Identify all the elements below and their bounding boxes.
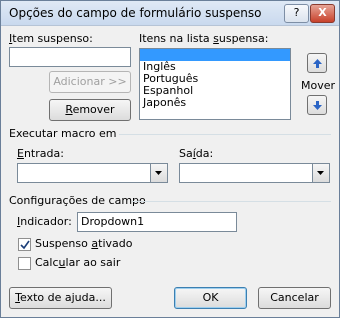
close-icon: X <box>318 6 327 19</box>
exit-macro-select[interactable] <box>179 163 330 183</box>
move-up-button[interactable] <box>307 53 327 73</box>
indicator-label: Indicador: <box>17 215 72 228</box>
remove-button[interactable]: Remover <box>49 99 131 121</box>
ok-button[interactable]: OK <box>174 287 247 309</box>
entry-macro-select[interactable] <box>17 163 168 183</box>
entry-dropdown-button[interactable] <box>150 164 167 182</box>
help-icon: ? <box>293 6 300 19</box>
checkmark-icon <box>20 240 30 250</box>
exit-label: Saída: <box>179 147 214 160</box>
title-bar: Opções do campo de formulário suspenso ?… <box>1 1 339 26</box>
chevron-down-icon <box>317 171 324 175</box>
field-settings-divider <box>132 201 331 202</box>
dropdown-enabled-checkbox[interactable] <box>18 238 31 251</box>
dropdown-items-list[interactable]: Inglês Português Espanhol Japonês <box>139 48 291 120</box>
close-button[interactable]: X <box>310 4 335 23</box>
dropdown-list-label: Itens na lista suspensa: <box>139 32 269 45</box>
arrow-down-icon <box>313 101 322 110</box>
macro-section-label: Executar macro em <box>9 127 117 140</box>
indicator-input[interactable]: Dropdown1 <box>77 212 237 232</box>
dropdown-item-label: Item suspenso: <box>9 32 93 45</box>
move-label: Mover <box>301 79 336 92</box>
calc-on-exit-label: Calcular ao sair <box>35 256 121 269</box>
field-settings-label: Configurações de campo <box>9 194 146 207</box>
dialog-title: Opções do campo de formulário suspenso <box>9 6 262 20</box>
calc-on-exit-checkbox[interactable] <box>18 257 31 270</box>
chevron-down-icon <box>155 171 162 175</box>
entry-label: Entrada: <box>17 147 64 160</box>
dropdown-options-dialog: Opções do campo de formulário suspenso ?… <box>0 0 340 318</box>
macro-divider <box>119 134 331 135</box>
help-button[interactable]: ? <box>284 4 309 23</box>
move-down-button[interactable] <box>307 95 327 115</box>
exit-dropdown-button[interactable] <box>312 164 329 182</box>
add-button[interactable]: Adicionar >> <box>49 71 131 93</box>
help-text-button[interactable]: Texto de ajuda... <box>9 287 112 309</box>
cancel-button[interactable]: Cancelar <box>258 287 331 309</box>
dropdown-item-input[interactable] <box>9 47 131 67</box>
arrow-up-icon <box>313 59 322 68</box>
list-item[interactable]: Japonês <box>140 97 290 109</box>
dropdown-enabled-label: Suspenso ativado <box>35 237 133 250</box>
